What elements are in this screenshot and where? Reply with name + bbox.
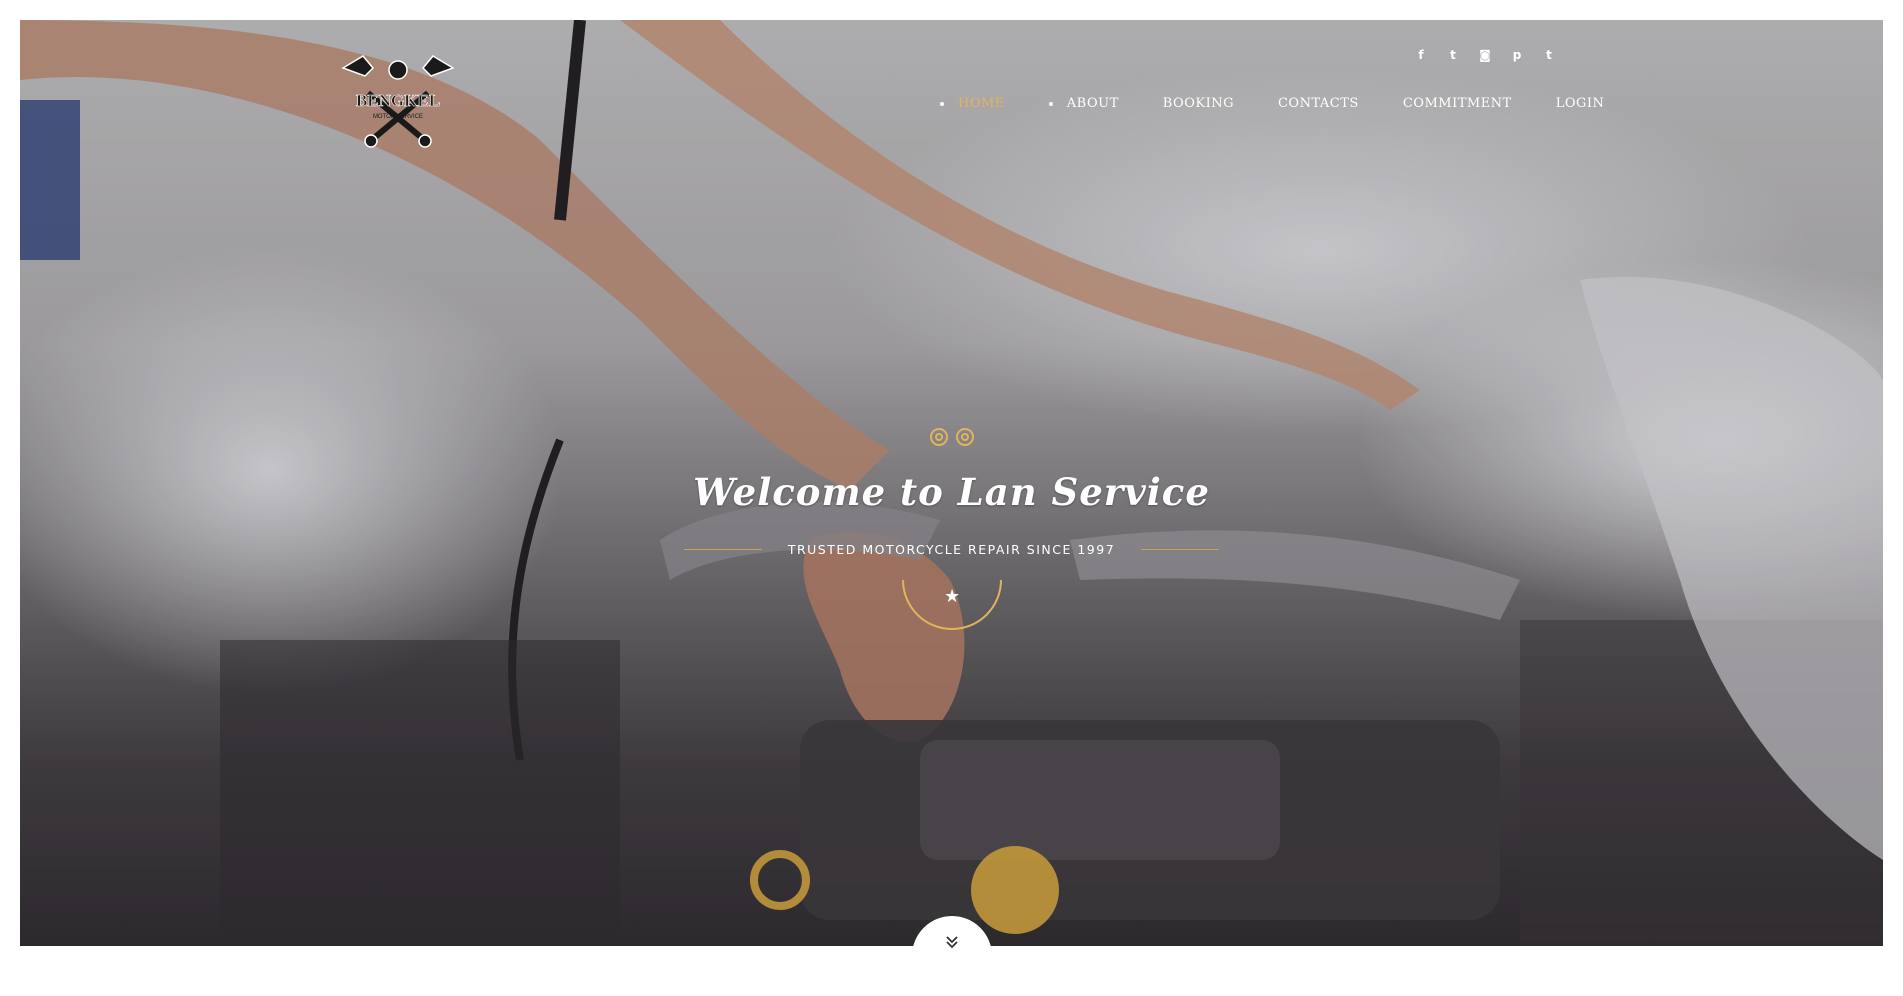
nav-item-login[interactable]: LOGIN — [1556, 96, 1605, 111]
instagram-icon[interactable]: ◙ — [1478, 48, 1492, 62]
divider-line-left — [683, 549, 762, 550]
nav-label: CONTACTS — [1277, 96, 1359, 111]
divider-line-right — [1141, 549, 1220, 550]
nav-label: BOOKING — [1162, 96, 1234, 111]
nav-item-about[interactable]: ABOUT — [1048, 96, 1119, 111]
hero-tagline: TRUSTED MOTORCYCLE REPAIR SINCE 1997 — [787, 542, 1116, 557]
logo[interactable]: BENGKEL MOTOR SERVICE — [333, 48, 463, 148]
twitter-icon[interactable]: t — [1446, 48, 1460, 62]
facebook-icon[interactable]: f — [1414, 48, 1428, 62]
nav-item-commitment[interactable]: COMMITMENT — [1403, 96, 1512, 111]
nav-bullet — [940, 101, 944, 106]
nav-label: ABOUT — [1066, 96, 1119, 111]
hero-title: Welcome to Lan Service — [693, 470, 1210, 514]
nav-label: HOME — [958, 96, 1005, 111]
star-icon: ★ — [944, 586, 961, 607]
logo-wrench-emblem: BENGKEL MOTOR SERVICE — [341, 55, 455, 148]
gears-icon — [0, 424, 1903, 450]
nav-label: LOGIN — [1555, 96, 1605, 111]
social-links: f t ◙ p t — [1414, 48, 1556, 62]
pinterest-icon[interactable]: p — [1510, 48, 1524, 62]
tumblr-icon[interactable]: t — [1542, 48, 1556, 62]
nav-item-booking[interactable]: BOOKING — [1163, 96, 1234, 111]
nav-item-contacts[interactable]: CONTACTS — [1278, 96, 1359, 111]
nav-label: COMMITMENT — [1402, 96, 1512, 111]
logo-name: BENGKEL — [356, 91, 440, 110]
main-nav: HOME ABOUT BOOKING CONTACTS COMMITMENT L… — [940, 96, 1604, 111]
hero-tagline-row: TRUSTED MOTORCYCLE REPAIR SINCE 1997 — [0, 542, 1903, 557]
scroll-down-button[interactable] — [912, 916, 992, 996]
nav-bullet — [1048, 101, 1053, 106]
chevron-double-down-icon — [944, 934, 960, 996]
nav-item-home[interactable]: HOME — [940, 96, 1005, 111]
logo-subtitle: MOTOR SERVICE — [373, 114, 423, 120]
